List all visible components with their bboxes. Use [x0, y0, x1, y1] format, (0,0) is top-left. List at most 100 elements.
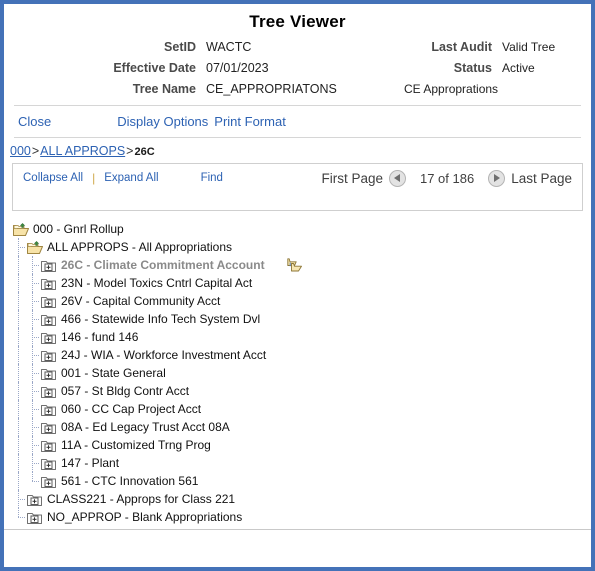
tree-connector [26, 256, 40, 274]
tree-node[interactable]: 057 - St Bldg Contr Acct [12, 382, 591, 400]
find-link[interactable]: Find [201, 172, 223, 184]
open-folder-icon[interactable] [12, 222, 29, 236]
tree-node[interactable]: 060 - CC Cap Project Acct [12, 400, 591, 418]
tree-node[interactable]: NO_APPROP - Blank Appropriations [12, 508, 591, 526]
tree-node[interactable]: 23N - Model Toxics Cntrl Capital Act [12, 274, 591, 292]
last-page-label[interactable]: Last Page [511, 171, 572, 186]
display-options-link[interactable]: Display Options [117, 114, 208, 129]
expand-folder-icon[interactable] [40, 456, 57, 470]
expand-folder-icon[interactable] [40, 258, 57, 272]
tree-node-label[interactable]: 24J - WIA - Workforce Investment Acct [61, 348, 266, 362]
expand-folder-icon[interactable] [40, 474, 57, 488]
tree-connector [12, 490, 26, 508]
tree-connector [12, 382, 26, 400]
tree-connector [12, 274, 26, 292]
expand-folder-icon[interactable] [26, 510, 43, 524]
tree-connector [12, 508, 26, 526]
tree-node[interactable]: 000 - Gnrl Rollup [12, 220, 591, 238]
tree-node[interactable]: 26V - Capital Community Acct [12, 292, 591, 310]
bottom-divider [4, 529, 591, 530]
tree-node-label[interactable]: CLASS221 - Approps for Class 221 [47, 492, 235, 506]
tree-connector [26, 364, 40, 382]
header-fields: SetID WACTC Last Audit Valid Tree Effect… [4, 40, 591, 96]
tree-node[interactable]: 24J - WIA - Workforce Investment Acct [12, 346, 591, 364]
tree-connector [12, 472, 26, 490]
tree-node-label[interactable]: 146 - fund 146 [61, 330, 138, 344]
tree-viewer-window: Tree Viewer SetID WACTC Last Audit Valid… [0, 0, 595, 571]
expand-folder-icon[interactable] [26, 492, 43, 506]
breadcrumb-separator: > [31, 144, 40, 158]
tree-node-label[interactable]: 26C - Climate Commitment Account [61, 258, 265, 272]
tree-node[interactable]: 561 - CTC Innovation 561 [12, 472, 591, 490]
tree-node[interactable]: 26C - Climate Commitment Account [12, 256, 591, 274]
tree-connector [12, 364, 26, 382]
expand-folder-icon[interactable] [40, 294, 57, 308]
status-label: Status [453, 61, 492, 75]
expand-all-link[interactable]: Expand All [104, 172, 158, 184]
page-status: 17 of 186 [419, 170, 475, 186]
expand-folder-icon[interactable] [40, 348, 57, 362]
expand-folder-icon[interactable] [40, 366, 57, 380]
expand-folder-icon[interactable] [40, 438, 57, 452]
breadcrumb-item-current: 26C [134, 146, 155, 158]
tree-connector [12, 346, 26, 364]
tree-node-label[interactable]: 000 - Gnrl Rollup [33, 222, 124, 236]
tree-connector [26, 418, 40, 436]
tree-connector [12, 292, 26, 310]
tree-node[interactable]: CLASS221 - Approps for Class 221 [12, 490, 591, 508]
tree-node-label[interactable]: 057 - St Bldg Contr Acct [61, 384, 189, 398]
tree-connector [26, 436, 40, 454]
tree-name-label: Tree Name [132, 82, 196, 96]
triangle-right-icon[interactable] [488, 169, 506, 187]
tree-node-label[interactable]: 466 - Statewide Info Tech System Dvl [61, 312, 260, 326]
tree-node[interactable]: 147 - Plant [12, 454, 591, 472]
triangle-left-icon[interactable] [388, 169, 406, 187]
tree-node[interactable]: 466 - Statewide Info Tech System Dvl [12, 310, 591, 328]
tree-node-label[interactable]: 23N - Model Toxics Cntrl Capital Act [61, 276, 252, 290]
tree-connector [26, 292, 40, 310]
breadcrumb: 000>ALL APPROPS>26C [4, 138, 591, 163]
tree-node-label[interactable]: 001 - State General [61, 366, 166, 380]
tree-connector [12, 256, 26, 274]
first-page-label[interactable]: First Page [321, 171, 383, 186]
expand-folder-icon[interactable] [40, 402, 57, 416]
tree-node[interactable]: ALL APPROPS - All Appropriations [12, 238, 591, 256]
tree-node-label[interactable]: 147 - Plant [61, 456, 119, 470]
print-format-link[interactable]: Print Format [214, 114, 286, 129]
pagination: First Page 17 of 186 Last Page [321, 169, 582, 187]
tree-node-label[interactable]: NO_APPROP - Blank Appropriations [47, 510, 242, 524]
tree-connector [12, 454, 26, 472]
tree-connector [26, 274, 40, 292]
tree-node[interactable]: 08A - Ed Legacy Trust Acct 08A [12, 418, 591, 436]
expand-folder-icon[interactable] [40, 330, 57, 344]
breadcrumb-item-root[interactable]: 000 [10, 144, 31, 158]
tree-name-value: CE_APPROPRIATONS [206, 82, 337, 96]
tree-connector [26, 346, 40, 364]
setid-label: SetID [164, 40, 196, 54]
tree-node-label[interactable]: 26V - Capital Community Acct [61, 294, 220, 308]
expand-folder-icon[interactable] [40, 276, 57, 290]
collapse-all-link[interactable]: Collapse All [23, 172, 83, 184]
tree-node-label[interactable]: ALL APPROPS - All Appropriations [47, 240, 232, 254]
copy-node-icon[interactable] [286, 258, 303, 272]
control-separator: | [92, 171, 96, 185]
tree-connector [12, 328, 26, 346]
tree-node[interactable]: 11A - Customized Trng Prog [12, 436, 591, 454]
last-audit-value: Valid Tree [502, 40, 556, 54]
tree-node-label[interactable]: 08A - Ed Legacy Trust Acct 08A [61, 420, 230, 434]
expand-folder-icon[interactable] [40, 420, 57, 434]
tree-node[interactable]: 146 - fund 146 [12, 328, 591, 346]
tree-node-label[interactable]: 561 - CTC Innovation 561 [61, 474, 198, 488]
expand-folder-icon[interactable] [40, 384, 57, 398]
tree-control-bar: Collapse All | Expand All Find First Pag… [12, 163, 583, 192]
open-folder-icon[interactable] [26, 240, 43, 254]
tree-connector [26, 400, 40, 418]
expand-folder-icon[interactable] [40, 312, 57, 326]
tree-node-label[interactable]: 060 - CC Cap Project Acct [61, 402, 201, 416]
close-link[interactable]: Close [18, 114, 51, 129]
tree-node-label[interactable]: 11A - Customized Trng Prog [61, 438, 211, 452]
page-title: Tree Viewer [249, 12, 346, 31]
breadcrumb-item-all-approps[interactable]: ALL APPROPS [40, 144, 125, 158]
tree-node[interactable]: 001 - State General [12, 364, 591, 382]
tree-connector [26, 472, 40, 490]
